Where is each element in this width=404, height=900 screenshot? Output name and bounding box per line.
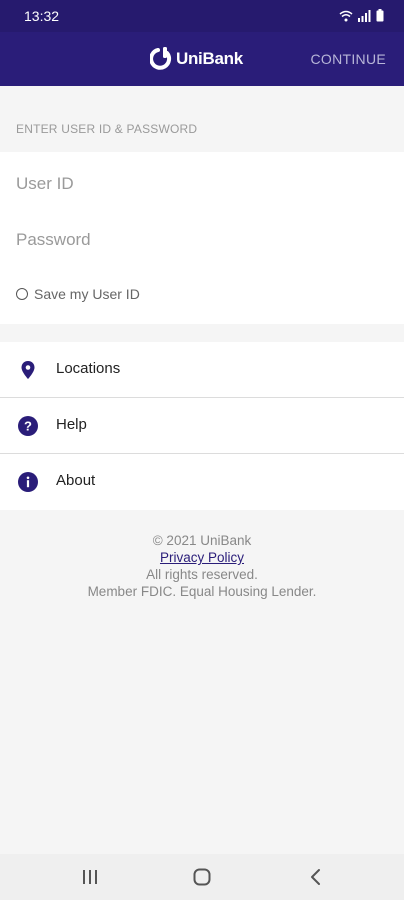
unibank-logo: UniBank xyxy=(150,47,243,71)
help-circle-icon: ? xyxy=(18,416,38,436)
back-icon[interactable] xyxy=(304,866,328,888)
svg-text:?: ? xyxy=(24,419,32,434)
password-input[interactable] xyxy=(16,220,388,260)
menu-item-label: About xyxy=(56,472,96,489)
privacy-policy-link[interactable]: Privacy Policy xyxy=(160,550,244,565)
status-time: 13:32 xyxy=(24,8,60,24)
copyright-text: © 2021 UniBank xyxy=(152,533,252,548)
signal-icon xyxy=(358,9,371,22)
unibank-logo-icon xyxy=(150,47,172,70)
menu-item-label: Help xyxy=(56,416,87,433)
save-user-id-option[interactable]: Save my User ID xyxy=(16,286,140,302)
continue-button[interactable]: CONTINUE xyxy=(310,51,386,67)
status-bar: 13:32 xyxy=(0,0,404,32)
user-id-input[interactable] xyxy=(16,164,388,204)
footer: © 2021 UniBank Privacy Policy All rights… xyxy=(0,532,404,600)
system-navigation-bar xyxy=(0,854,404,900)
status-icons xyxy=(339,9,384,22)
recent-apps-icon[interactable] xyxy=(78,866,102,888)
save-user-id-radio[interactable] xyxy=(16,288,28,300)
app-bar: UniBank CONTINUE xyxy=(0,32,404,86)
menu-item-help[interactable]: ? Help xyxy=(0,398,404,454)
location-pin-icon xyxy=(21,361,35,379)
login-form: Save my User ID xyxy=(0,152,404,324)
info-circle-icon xyxy=(18,472,38,492)
menu-item-about[interactable]: About xyxy=(0,454,404,510)
menu-item-locations[interactable]: Locations xyxy=(0,342,404,398)
home-icon[interactable] xyxy=(190,866,214,888)
save-user-id-label: Save my User ID xyxy=(34,286,140,302)
rights-text: All rights reserved. xyxy=(146,567,258,582)
wifi-icon xyxy=(339,10,353,21)
menu-list: Locations ? Help About xyxy=(0,342,404,510)
member-fdic-text: Member FDIC. Equal Housing Lender. xyxy=(87,584,317,599)
brand-name: UniBank xyxy=(176,49,243,68)
menu-item-label: Locations xyxy=(56,360,121,377)
login-section-title: ENTER USER ID & PASSWORD xyxy=(16,122,198,136)
battery-icon xyxy=(376,9,384,22)
